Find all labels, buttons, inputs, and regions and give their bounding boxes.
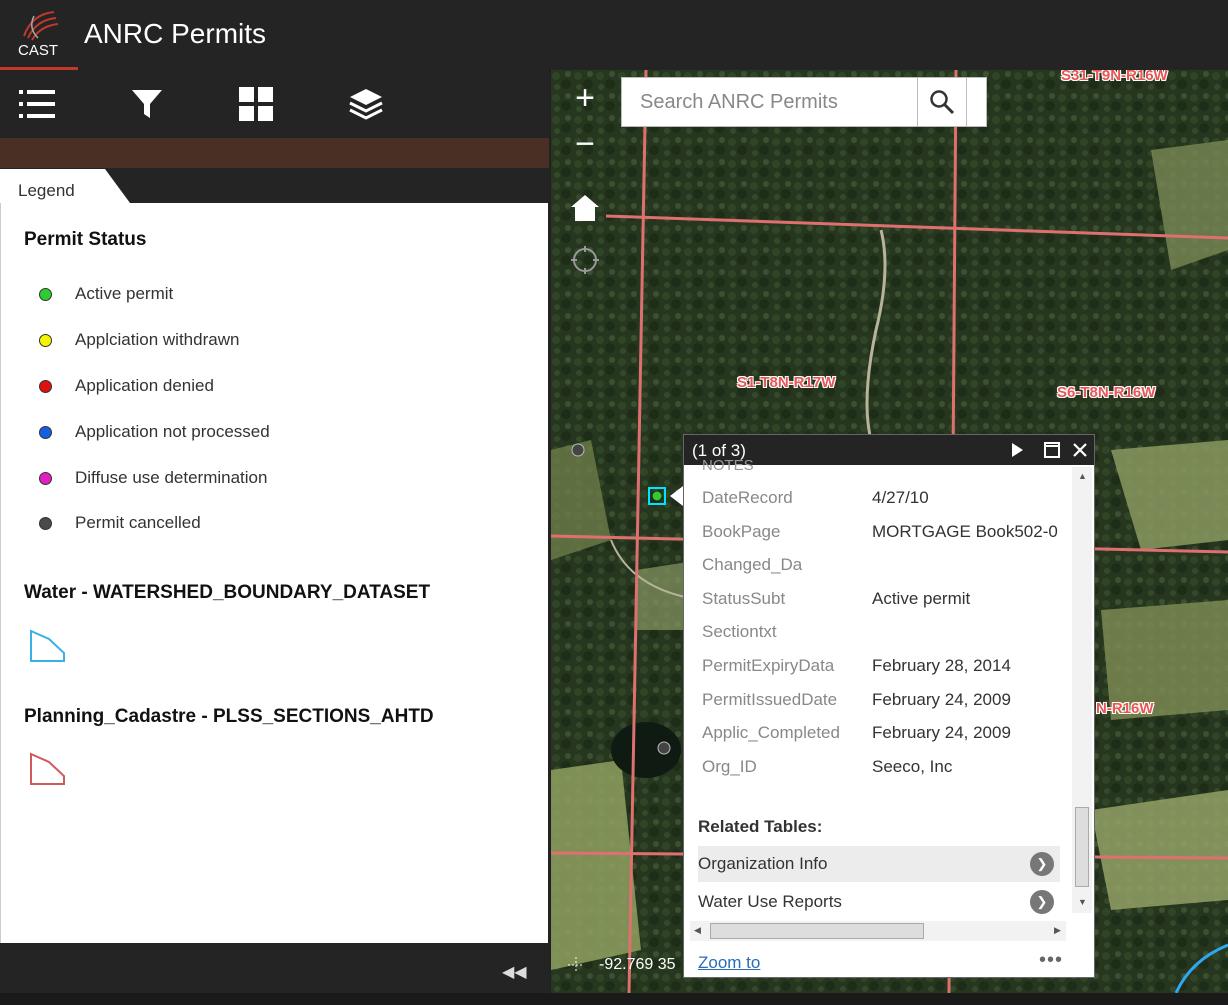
more-options-button[interactable]: ••• xyxy=(1039,949,1063,972)
attr-value: February 24, 2009 xyxy=(872,723,1011,742)
maximize-icon xyxy=(1044,442,1060,458)
attr-name: Org_ID xyxy=(702,757,757,776)
dot-icon xyxy=(39,425,52,439)
attr-value: February 24, 2009 xyxy=(872,690,1011,709)
section-label-s6: S6-T8N-R16W xyxy=(1057,384,1156,401)
legend-body: Permit Status Active permit Applciation … xyxy=(0,203,548,943)
close-icon xyxy=(1073,443,1087,457)
panel-footer: ◀◀ xyxy=(0,948,549,993)
locate-icon xyxy=(571,246,599,274)
related-water-use-reports[interactable]: Water Use Reports ❯ xyxy=(698,884,1060,920)
dot-icon xyxy=(39,379,52,393)
legend-item-label: Active permit xyxy=(75,284,174,303)
attr-value: MORTGAGE Book502-0 xyxy=(872,522,1058,541)
legend-tab[interactable]: Legend xyxy=(0,169,130,203)
play-icon xyxy=(1012,443,1023,457)
attr-name: DateRecord xyxy=(702,488,793,507)
related-organization-info[interactable]: Organization Info ❯ xyxy=(698,846,1060,882)
legend-item-diffuse: Diffuse use determination xyxy=(39,467,267,489)
legend-item-label: Applciation withdrawn xyxy=(75,330,240,349)
legend-item-not-processed: Application not processed xyxy=(39,421,270,443)
vertical-scroll-thumb[interactable] xyxy=(1075,807,1089,887)
feature-popup: (1 of 3) NOTES DateRecord 4/27/10 BookPa… xyxy=(683,434,1095,978)
plss-polygon-icon xyxy=(30,752,65,785)
coordinates-readout: -92.769 35 xyxy=(567,956,676,974)
legend-item-active: Active permit xyxy=(39,283,173,305)
legend-item-denied: Application denied xyxy=(39,375,214,397)
scroll-left-icon[interactable]: ◀ xyxy=(694,925,701,936)
watershed-polygon-icon xyxy=(30,629,65,662)
attr-name: BookPage xyxy=(702,522,781,541)
plss-title: Planning_Cadastre - PLSS_SECTIONS_AHTD xyxy=(24,706,434,727)
attr-name: PermitIssuedDate xyxy=(702,690,838,709)
section-label-partial: N-R16W xyxy=(1096,700,1154,717)
search-icon xyxy=(930,90,955,115)
locate-button[interactable] xyxy=(563,238,607,282)
logo-text: CAST xyxy=(18,42,59,59)
horizontal-scrollbar[interactable]: ◀ ▶ xyxy=(690,921,1066,941)
legend-item-label: Application denied xyxy=(75,376,214,395)
zoom-to-link[interactable]: Zoom to xyxy=(698,953,760,973)
dot-icon xyxy=(39,516,52,530)
zoom-in-button[interactable]: + xyxy=(563,76,607,120)
scroll-right-icon[interactable]: ▶ xyxy=(1054,925,1061,936)
app-header: CAST ANRC Permits xyxy=(0,0,1228,71)
coordinates-text: -92.769 35 xyxy=(599,956,676,973)
attr-name: Applic_Completed xyxy=(702,723,840,742)
popup-pointer xyxy=(670,486,683,506)
dot-icon xyxy=(39,287,52,301)
chevron-right-icon: ❯ xyxy=(1030,890,1054,914)
bottom-bar xyxy=(0,993,1228,1005)
horizontal-scroll-thumb[interactable] xyxy=(710,923,924,939)
related-label: Water Use Reports xyxy=(698,892,842,911)
related-tables-title: Related Tables: xyxy=(698,817,823,836)
panel-banner xyxy=(0,138,549,168)
scroll-up-icon[interactable]: ▲ xyxy=(1078,471,1087,481)
attr-value: Active permit xyxy=(872,589,971,608)
next-feature-button[interactable] xyxy=(1006,439,1028,461)
close-button[interactable] xyxy=(1069,439,1091,461)
partial-field-name: NOTES xyxy=(702,457,754,474)
section-label-s31: S31-T9N-R16W xyxy=(1061,70,1168,84)
attr-value: February 28, 2014 xyxy=(872,656,1011,675)
list-icon[interactable] xyxy=(17,84,57,124)
search-button[interactable] xyxy=(917,77,967,127)
attr-name: PermitExpiryData xyxy=(702,656,835,675)
legend-item-cancelled: Permit cancelled xyxy=(39,512,201,534)
legend-panel: Legend Permit Status Active permit Applc… xyxy=(0,168,549,948)
dot-icon xyxy=(39,333,52,347)
chevron-right-icon: ❯ xyxy=(1030,852,1054,876)
legend-item-label: Permit cancelled xyxy=(75,513,201,532)
widget-toolbar xyxy=(0,70,549,138)
maximize-button[interactable] xyxy=(1041,439,1063,461)
attr-name: Changed_Da xyxy=(702,555,803,574)
grid-icon[interactable] xyxy=(236,84,276,124)
attr-value: Seeco, Inc xyxy=(872,757,953,776)
legend-tab-label: Legend xyxy=(18,181,75,200)
related-label: Organization Info xyxy=(698,854,828,873)
scroll-down-icon[interactable]: ▼ xyxy=(1078,897,1087,907)
crosshair-icon[interactable] xyxy=(567,956,585,974)
home-icon xyxy=(571,195,599,221)
collapse-panel-icon[interactable]: ◀◀ xyxy=(502,962,527,982)
vertical-scrollbar[interactable]: ▲ ▼ xyxy=(1072,467,1092,913)
zoom-out-button[interactable]: − xyxy=(563,122,607,166)
attr-name: Sectiontxt xyxy=(702,622,777,641)
filter-icon[interactable] xyxy=(127,84,167,124)
permit-status-title: Permit Status xyxy=(24,229,147,250)
app-title: ANRC Permits xyxy=(84,18,267,49)
dot-icon xyxy=(39,471,52,485)
attr-name: StatusSubt xyxy=(702,589,786,608)
section-label-s1: S1-T8N-R17W xyxy=(737,374,836,391)
layers-icon[interactable] xyxy=(346,84,386,124)
legend-item-label: Diffuse use determination xyxy=(75,468,268,487)
legend-item-withdrawn: Applciation withdrawn xyxy=(39,329,239,351)
legend-item-label: Application not processed xyxy=(75,422,270,441)
attr-value: 4/27/10 xyxy=(872,488,929,507)
watershed-title: Water - WATERSHED_BOUNDARY_DATASET xyxy=(24,582,431,603)
home-button[interactable] xyxy=(563,186,607,230)
